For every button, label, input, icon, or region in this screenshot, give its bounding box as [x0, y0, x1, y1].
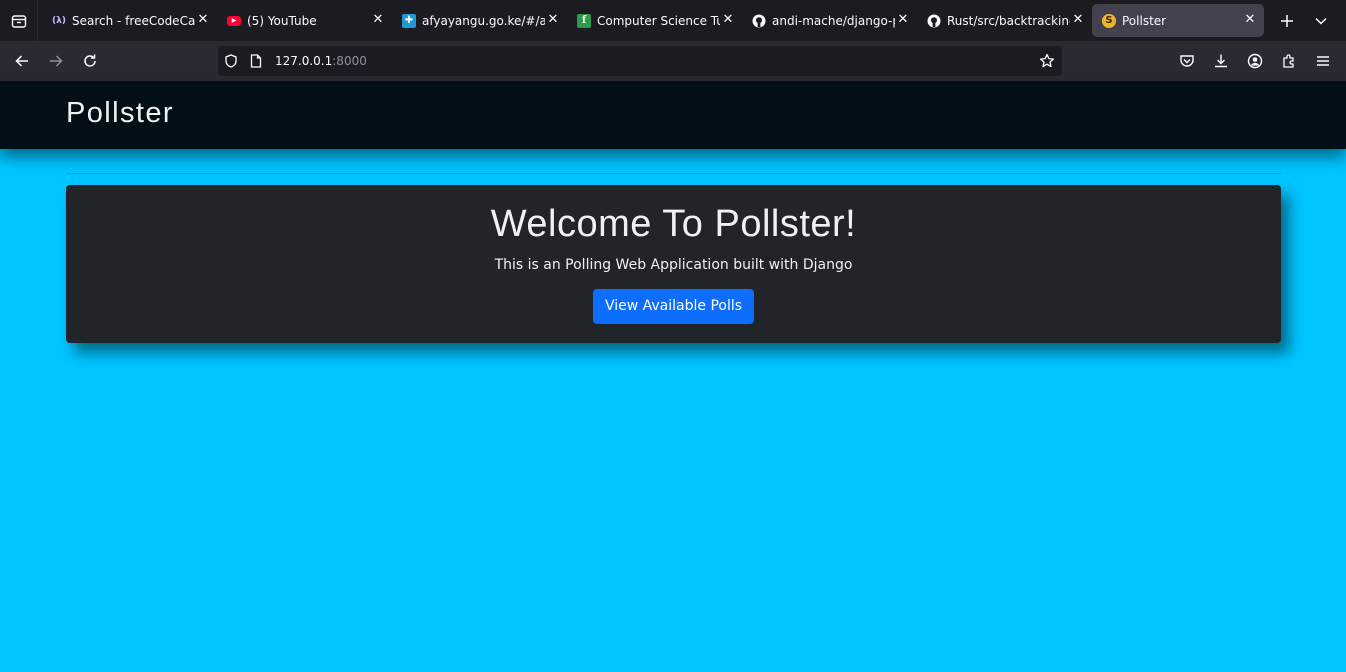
github-icon: [752, 14, 766, 28]
tab-title: (5) YouTube: [247, 13, 317, 28]
url-text[interactable]: 127.0.0.1:8000: [275, 54, 367, 68]
tab-title: afyayangu.go.ke/#/acc: [422, 13, 545, 28]
account-button[interactable]: [1238, 45, 1272, 77]
menu-button[interactable]: [1306, 45, 1340, 77]
download-icon: [1215, 54, 1227, 68]
tab-github-django[interactable]: andi-mache/django-po ✕: [742, 4, 917, 37]
tab-title: Search - freeCodeCamp: [72, 13, 195, 28]
welcome-card: Welcome To Pollster! This is an Polling …: [66, 185, 1281, 343]
url-host: 127.0.0.1: [275, 54, 333, 68]
page-title: Welcome To Pollster!: [490, 203, 857, 245]
reload-button[interactable]: [73, 45, 107, 77]
firefox-view-icon: [11, 14, 26, 28]
tab-title: Computer Science Tuto: [597, 13, 720, 28]
close-icon[interactable]: ✕: [1242, 12, 1258, 28]
toolbar-right: [1170, 45, 1340, 77]
tab-youtube[interactable]: ▶ (5) YouTube ✕: [217, 4, 392, 37]
plus-icon: [1281, 14, 1293, 27]
afyayangu-icon: ✚: [402, 13, 416, 28]
pollster-icon: S: [1102, 13, 1116, 28]
url-port: :8000: [332, 54, 367, 68]
shield-icon[interactable]: [224, 54, 238, 68]
close-icon[interactable]: ✕: [370, 12, 386, 28]
close-icon[interactable]: ✕: [1070, 12, 1086, 28]
browser-tab-bar: (λ) Search - freeCodeCamp ✕ ▶ (5) YouTub…: [0, 0, 1346, 41]
tab-github-rust[interactable]: Rust/src/backtracking/ ✕: [917, 4, 1092, 37]
list-all-tabs-button[interactable]: [1304, 4, 1338, 38]
puzzle-icon: [1283, 54, 1294, 68]
tab-freecodecamp[interactable]: (λ) Search - freeCodeCamp ✕: [42, 4, 217, 37]
browser-navigation-bar: 127.0.0.1:8000: [0, 41, 1346, 81]
address-bar[interactable]: 127.0.0.1:8000: [218, 46, 1062, 76]
divider: [66, 173, 1281, 174]
cs-tutor-icon: f: [577, 13, 591, 28]
forward-button[interactable]: [39, 45, 73, 77]
arrow-left-icon: [15, 55, 28, 67]
tab-title: Rust/src/backtracking/: [947, 13, 1070, 28]
tab-cs-tutor[interactable]: f Computer Science Tuto ✕: [567, 4, 742, 37]
arrow-right-icon: [50, 55, 63, 67]
close-icon[interactable]: ✕: [895, 12, 911, 28]
account-icon: [1247, 53, 1263, 69]
hamburger-menu-icon: [1317, 56, 1329, 66]
site-navbar: Pollster: [0, 81, 1346, 149]
pocket-button[interactable]: [1170, 45, 1204, 77]
bookmark-star-icon[interactable]: [1039, 53, 1055, 69]
brand-logo-link[interactable]: Pollster: [66, 97, 174, 130]
pocket-icon: [1180, 55, 1194, 67]
tab-pollster[interactable]: S Pollster ✕: [1092, 4, 1264, 37]
reload-icon: [84, 54, 96, 67]
chevron-down-icon: [1315, 17, 1327, 25]
tab-title: andi-mache/django-po: [772, 13, 895, 28]
freecodecamp-icon: (λ): [52, 15, 66, 26]
close-icon[interactable]: ✕: [545, 12, 561, 28]
youtube-icon: ▶: [227, 15, 241, 26]
back-button[interactable]: [5, 45, 39, 77]
close-icon[interactable]: ✕: [720, 12, 736, 28]
tab-strip: (λ) Search - freeCodeCamp ✕ ▶ (5) YouTub…: [38, 0, 1264, 41]
tab-title: Pollster: [1122, 13, 1167, 28]
github-icon: [927, 14, 941, 28]
extensions-button[interactable]: [1272, 45, 1306, 77]
page-info-icon[interactable]: [250, 54, 262, 68]
lead-text: This is an Polling Web Application built…: [494, 257, 853, 273]
view-polls-button[interactable]: View Available Polls: [592, 289, 755, 324]
firefox-view-button[interactable]: [0, 0, 38, 41]
tab-afyayangu[interactable]: ✚ afyayangu.go.ke/#/acc ✕: [392, 4, 567, 37]
new-tab-button[interactable]: [1270, 4, 1304, 38]
downloads-button[interactable]: [1204, 45, 1238, 77]
close-icon[interactable]: ✕: [195, 12, 211, 28]
